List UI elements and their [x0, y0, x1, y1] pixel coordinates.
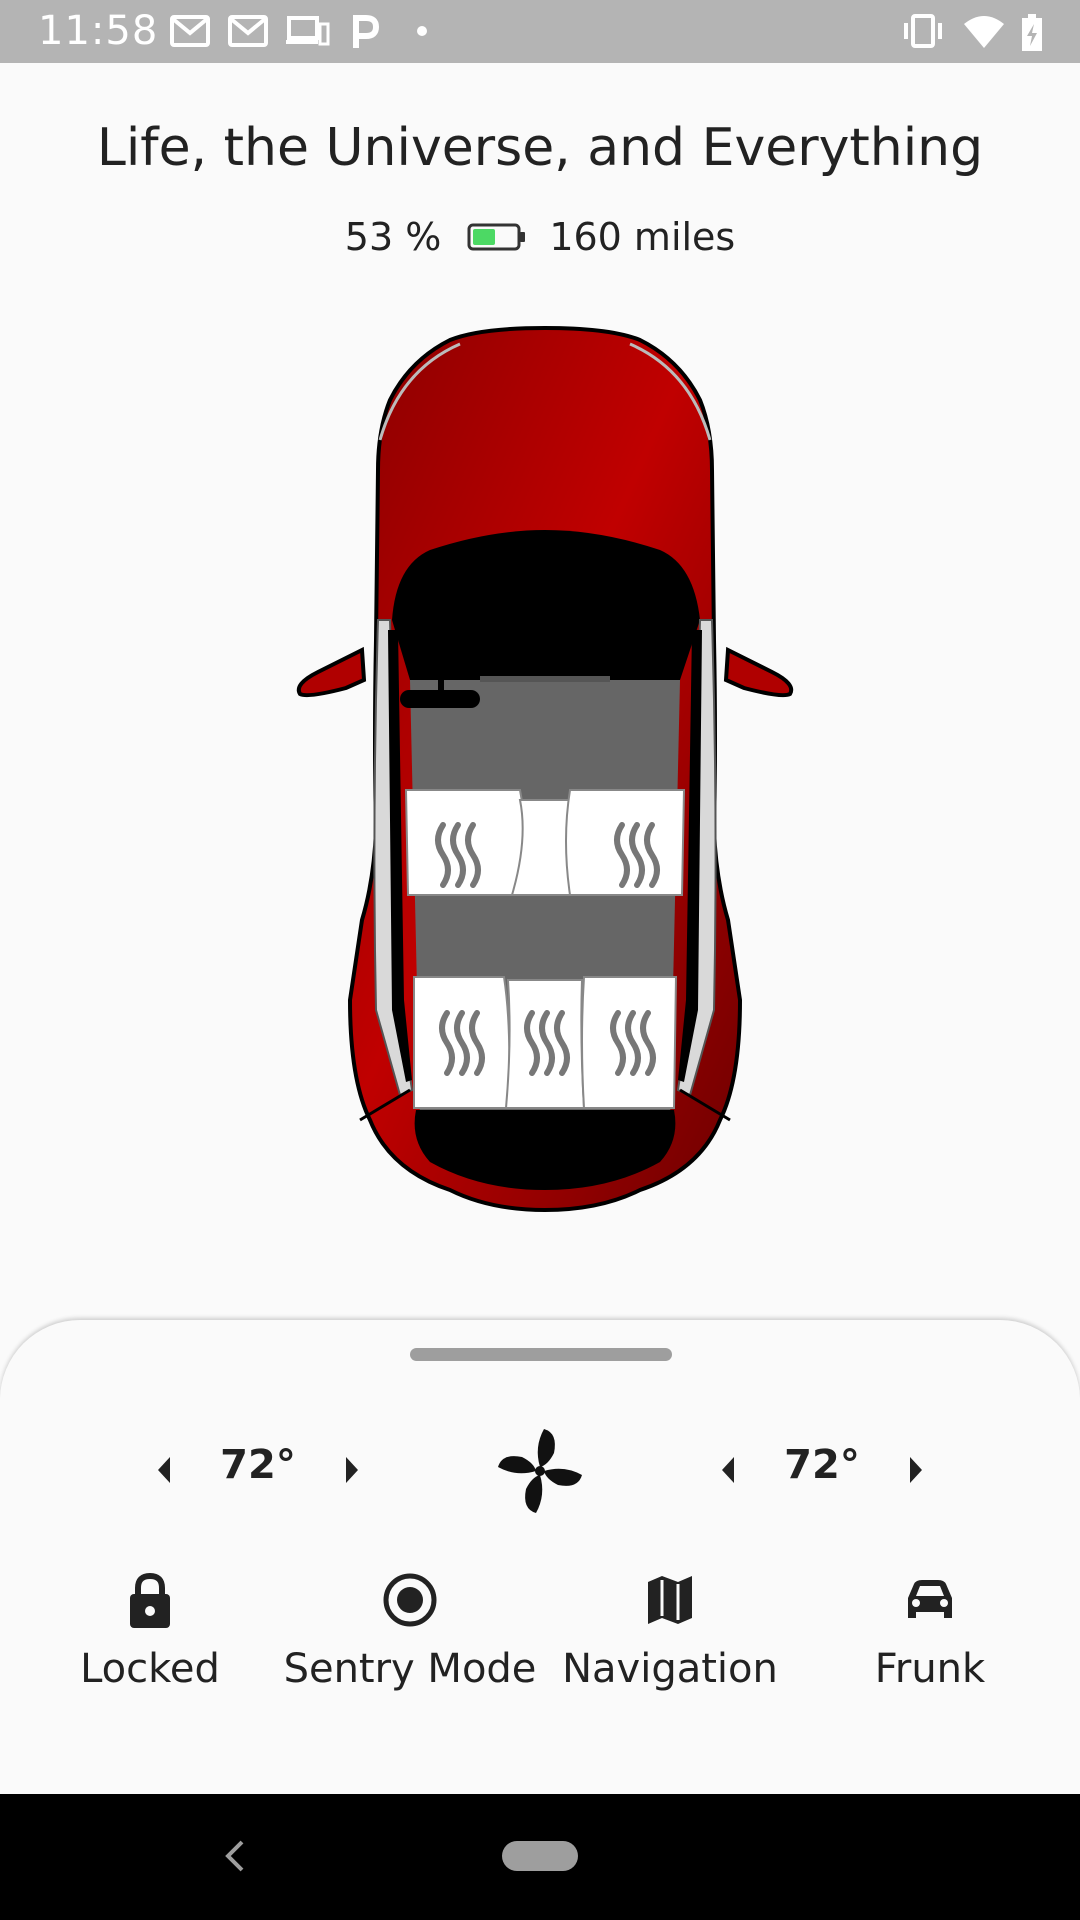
record-icon: [383, 1573, 437, 1627]
home-pill-icon[interactable]: [502, 1841, 578, 1871]
driver-temp: 72°: [220, 1442, 296, 1488]
passenger-temp: 72°: [784, 1442, 860, 1488]
gmail-icon: [228, 15, 268, 47]
sentry-mode-button[interactable]: Sentry Mode: [280, 1560, 540, 1740]
navigation-label: Navigation: [562, 1646, 778, 1692]
navigation-button[interactable]: Navigation: [540, 1560, 800, 1740]
app-screen: 11:58 Life, the Universe, and Everything…: [0, 0, 1080, 1920]
fan-button[interactable]: [492, 1423, 588, 1519]
devices-icon: [286, 16, 330, 46]
lock-label: Locked: [80, 1646, 220, 1692]
vehicle-top-view: [296, 325, 794, 1213]
arrow-left-icon: [722, 1457, 734, 1483]
system-nav-bar: [0, 1794, 1080, 1920]
frunk-button[interactable]: Frunk: [800, 1560, 1060, 1740]
sentry-mode-label: Sentry Mode: [283, 1646, 537, 1692]
parking-icon: [353, 15, 380, 48]
driver-temp-increase-button[interactable]: [332, 1450, 372, 1490]
battery-row: 53 % 160 miles: [0, 212, 1080, 262]
lock-icon: [130, 1572, 170, 1628]
bottom-sheet[interactable]: 72° 72° Locked Sentry Mode Navigation Fr…: [0, 1320, 1080, 1794]
vibrate-icon: [904, 14, 942, 48]
passenger-temp-increase-button[interactable]: [896, 1450, 936, 1490]
map-icon: [648, 1576, 692, 1624]
left-mirror: [296, 646, 367, 698]
arrow-right-icon: [346, 1457, 358, 1483]
quick-actions: Locked Sentry Mode Navigation Frunk: [0, 1560, 1080, 1740]
windshield: [392, 530, 700, 680]
right-mirror: [723, 646, 794, 698]
driver-temp-decrease-button[interactable]: [144, 1450, 184, 1490]
battery-charging-icon: [1022, 14, 1042, 51]
passenger-temp-decrease-button[interactable]: [708, 1450, 748, 1490]
fan-icon: [498, 1429, 582, 1513]
battery-range: 160 miles: [549, 215, 736, 259]
battery-level-fill: [473, 229, 496, 245]
status-bar: 11:58: [0, 0, 1080, 63]
status-time: 11:58: [38, 8, 159, 54]
gmail-icon: [170, 15, 210, 47]
battery-percent: 53 %: [344, 215, 442, 259]
dot-icon: [417, 26, 427, 36]
lock-button[interactable]: Locked: [20, 1560, 280, 1740]
frunk-label: Frunk: [874, 1646, 986, 1692]
arrow-right-icon: [910, 1457, 922, 1483]
climate-controls: 72° 72°: [0, 1420, 1080, 1520]
vehicle-name: Life, the Universe, and Everything: [96, 118, 984, 178]
battery-icon: [467, 223, 526, 251]
back-icon[interactable]: [214, 1834, 254, 1878]
sheet-drag-handle[interactable]: [410, 1348, 672, 1361]
arrow-left-icon: [158, 1457, 170, 1483]
wifi-icon: [964, 16, 1004, 48]
car-icon: [908, 1580, 952, 1618]
